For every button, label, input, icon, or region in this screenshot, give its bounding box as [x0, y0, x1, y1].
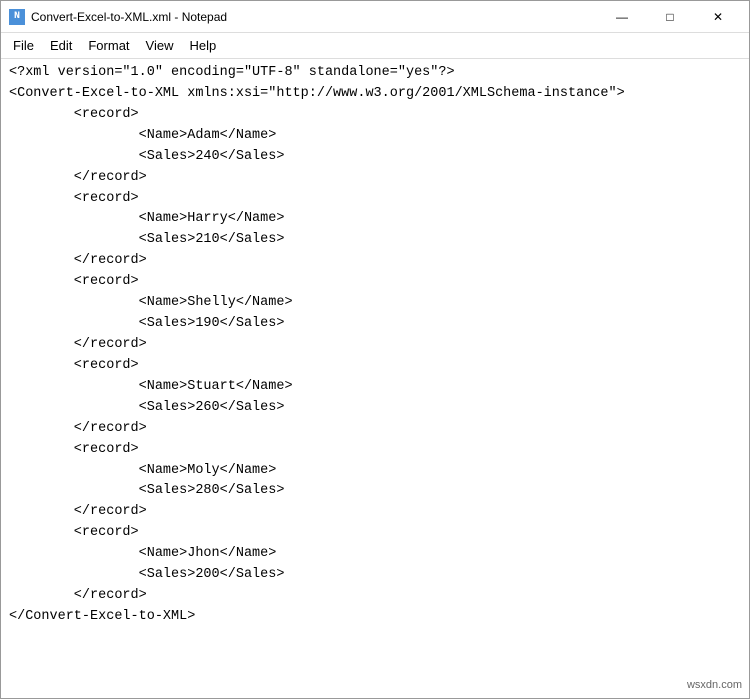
notepad-window: N Convert-Excel-to-XML.xml - Notepad — □… [0, 0, 750, 699]
menu-view[interactable]: View [138, 36, 182, 55]
menu-bar: File Edit Format View Help [1, 33, 749, 59]
menu-file[interactable]: File [5, 36, 42, 55]
menu-help[interactable]: Help [181, 36, 224, 55]
menu-format[interactable]: Format [80, 36, 137, 55]
app-icon-letter: N [14, 11, 20, 22]
text-content[interactable]: <?xml version="1.0" encoding="UTF-8" sta… [1, 59, 749, 698]
window-controls: — □ ✕ [599, 3, 741, 31]
menu-edit[interactable]: Edit [42, 36, 80, 55]
maximize-button[interactable]: □ [647, 3, 693, 31]
watermark: wsxdn.com [687, 679, 742, 691]
window-title: Convert-Excel-to-XML.xml - Notepad [31, 10, 227, 24]
app-icon: N [9, 9, 25, 25]
close-button[interactable]: ✕ [695, 3, 741, 31]
title-bar: N Convert-Excel-to-XML.xml - Notepad — □… [1, 1, 749, 33]
minimize-button[interactable]: — [599, 3, 645, 31]
title-bar-left: N Convert-Excel-to-XML.xml - Notepad [9, 9, 227, 25]
